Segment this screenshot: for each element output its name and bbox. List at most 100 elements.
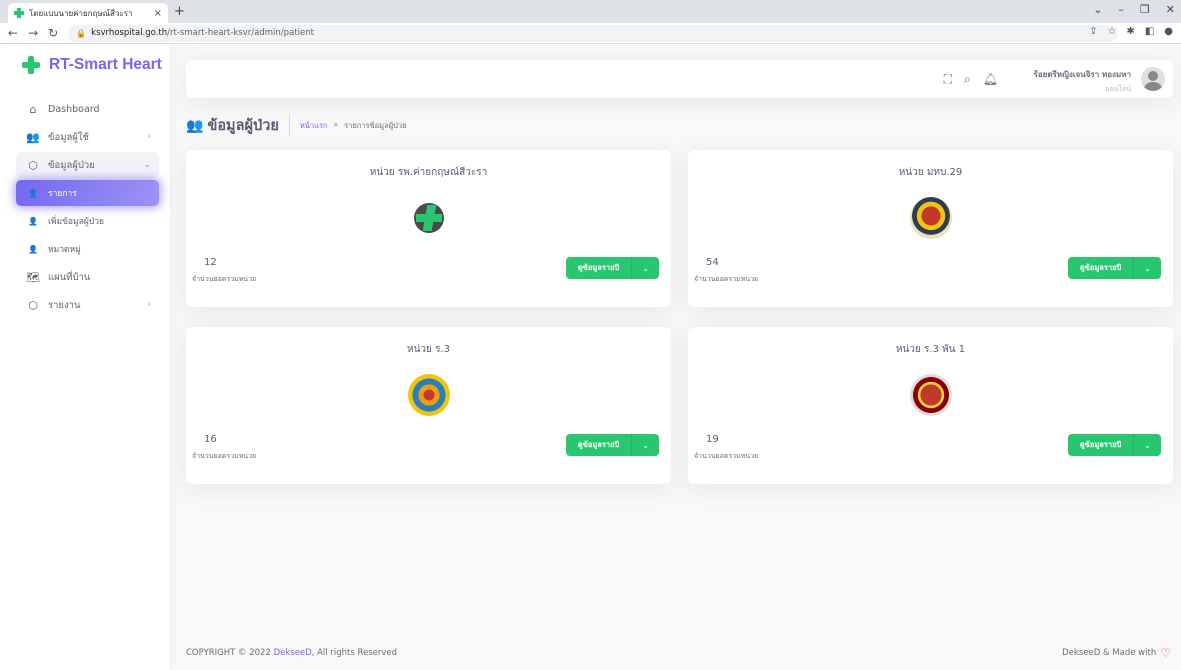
military-badge-emblem-icon [910, 197, 952, 239]
page-header: 👥 ข้อมูลผู้ป่วย หน้าแรก » รายการข้อมูลผู… [186, 114, 406, 137]
footer-brand-link[interactable]: DekseeD [274, 648, 312, 658]
breadcrumb-separator: » [333, 119, 339, 129]
top-navbar: ⛶ ⌕ 🔔︎ ร้อยตรีหญิงเจนจิรา ทองมหา ออนไลน์ [186, 60, 1173, 98]
yearly-data-button-group: ดูข้อมูลรายปี ⌄ [1067, 434, 1161, 456]
bookmark-star-icon[interactable]: ☆ [1107, 26, 1116, 37]
back-icon[interactable]: ← [8, 26, 18, 40]
sidepanel-icon[interactable]: ◧ [1145, 26, 1154, 37]
unit-title: หน่วย มทบ.29 [898, 167, 963, 178]
browser-tab[interactable]: โดยแบบนายค่ายกฤษณ์สีวะรา × [8, 3, 168, 23]
map-icon: 🗺 [26, 270, 40, 284]
box-icon: ⬡ [28, 158, 38, 172]
chevron-down-icon[interactable]: ⌄ [1133, 434, 1161, 456]
yearly-data-button-group: ดูข้อมูลรายปี ⌄ [565, 434, 659, 456]
unit-count-label: จำนวนยอดรวมหน่วย [192, 452, 257, 460]
made-with-text: DekseeD & Made with [1062, 648, 1157, 658]
sidebar-item-dashboard[interactable]: ⌂ Dashboard [16, 96, 159, 122]
profile-icon[interactable]: ● [1164, 26, 1173, 37]
unit-count: 19 [706, 434, 719, 445]
copyright-suffix: , All rights Reserved [311, 648, 398, 658]
unit-card: หน่วย ร.3 16 จำนวนยอดรวมหน่วย ดูข้อมูลรา… [186, 327, 671, 484]
user-icon: 👤 [28, 216, 38, 226]
fullscreen-icon[interactable]: ⛶ [944, 72, 952, 87]
chevron-right-icon: › [147, 300, 151, 310]
view-yearly-data-button[interactable]: ดูข้อมูลรายปี [565, 434, 632, 456]
view-yearly-data-button[interactable]: ดูข้อมูลรายปี [1067, 434, 1134, 456]
heart-icon: ♡ [1160, 646, 1171, 660]
close-window-icon[interactable]: ✕ [1166, 3, 1175, 16]
unit-count: 16 [204, 434, 217, 445]
unit-count-label: จำนวนยอดรวมหน่วย [694, 275, 759, 283]
sidebar-item-label: เพิ่มข้อมูลผู้ป่วย [48, 217, 104, 227]
yearly-data-button-group: ดูข้อมูลรายปี ⌄ [1067, 257, 1161, 279]
search-icon[interactable]: ⌕ [964, 72, 971, 87]
page-title: ข้อมูลผู้ป่วย [207, 114, 290, 137]
sidebar-item-add-patient[interactable]: 👤 เพิ่มข้อมูลผู้ป่วย [16, 208, 159, 234]
chevron-down-icon: ⌄ [143, 160, 151, 170]
tab-title: โดยแบบนายค่ายกฤษณ์สีวะรา [29, 8, 133, 18]
footer-copyright: COPYRIGHT © 2022 DekseeD, All rights Res… [186, 648, 397, 658]
url-path: /rt-smart-heart-ksvr/admin/patient [167, 28, 314, 38]
tab-search-icon[interactable]: ⌄ [1093, 3, 1102, 16]
sidebar: RT-Smart Heart ⌂ Dashboard 👥 ข้อมูลผู้ใช… [0, 44, 170, 670]
chevron-down-icon[interactable]: ⌄ [631, 434, 659, 456]
url-host: ksvrhospital.go.th [91, 28, 168, 38]
sidebar-item-label: รายการ [48, 189, 77, 199]
minimize-icon[interactable]: – [1118, 3, 1124, 16]
new-tab-button[interactable]: + [174, 4, 185, 19]
unit-count: 54 [706, 257, 719, 268]
reload-icon[interactable]: ↻ [48, 26, 58, 40]
view-yearly-data-button[interactable]: ดูข้อมูลรายปี [565, 257, 632, 279]
users-icon: 👥 [186, 117, 204, 134]
unit-count: 12 [204, 257, 217, 268]
regiment-star-emblem-icon [408, 374, 450, 416]
yearly-data-button-group: ดูข้อมูลรายปี ⌄ [565, 257, 659, 279]
unit-title: หน่วย ร.3 [407, 344, 450, 355]
copyright-prefix: COPYRIGHT © 2022 [186, 648, 274, 658]
chevron-down-icon[interactable]: ⌄ [631, 257, 659, 279]
sidebar-item-label: Dashboard [48, 103, 100, 115]
breadcrumb-current: รายการข้อมูลผู้ป่วย [344, 120, 407, 130]
avatar[interactable] [1141, 67, 1165, 91]
sidebar-item-patient-list[interactable]: 👤 รายการ [16, 180, 159, 206]
unit-title: หน่วย ร.3 พัน 1 [895, 344, 966, 355]
forward-icon[interactable]: → [28, 26, 38, 40]
restore-icon[interactable]: ❐ [1140, 3, 1150, 16]
user-icon: 👤 [28, 244, 38, 254]
lock-icon: 🔒 [76, 28, 87, 38]
sidebar-item-report[interactable]: ⬡ รายงาน › [16, 292, 159, 318]
sidebar-menu: ⌂ Dashboard 👥 ข้อมูลผู้ใช้ › ⬡ ข้อมูลผู้… [16, 96, 159, 320]
brand-logo[interactable]: RT-Smart Heart [22, 56, 162, 74]
tab-close-icon[interactable]: × [154, 8, 162, 19]
unit-card: หน่วย รพ.ค่ายกฤษณ์สีวะรา 12 จำนวนยอดรวมห… [186, 150, 671, 307]
address-bar[interactable]: 🔒 ksvrhospital.go.th /rt-smart-heart-ksv… [68, 24, 1119, 42]
breadcrumb: หน้าแรก » รายการข้อมูลผู้ป่วย [290, 120, 407, 132]
unit-count-label: จำนวนยอดรวมหน่วย [192, 275, 257, 283]
user-icon: 👤 [28, 188, 38, 198]
sidebar-item-label: แผนที่บ้าน [48, 271, 91, 283]
unit-card: หน่วย ร.3 พัน 1 19 จำนวนยอดรวมหน่วย ดูข้… [688, 327, 1173, 484]
sidebar-item-patients[interactable]: ⬡ ข้อมูลผู้ป่วย ⌄ [16, 152, 159, 178]
sidebar-item-label: ข้อมูลผู้ป่วย [48, 159, 95, 171]
unit-count-label: จำนวนยอดรวมหน่วย [694, 452, 759, 460]
window-controls: ⌄ – ❐ ✕ [1093, 3, 1175, 16]
browser-toolbar: ← → ↻ 🔒 ksvrhospital.go.th /rt-smart-hea… [0, 23, 1181, 44]
chevron-right-icon: › [147, 132, 151, 142]
users-icon: 👥 [26, 130, 40, 144]
unit-card: หน่วย มทบ.29 54 จำนวนยอดรวมหน่วย ดูข้อมู… [688, 150, 1173, 307]
sidebar-item-category[interactable]: 👤 หมวดหมู่ [16, 236, 159, 262]
hospital-cross-emblem-icon [408, 197, 450, 239]
extensions-icon[interactable]: ✱ [1126, 26, 1134, 37]
browser-tabbar: โดยแบบนายค่ายกฤษณ์สีวะรา × + ⌄ – ❐ ✕ [0, 0, 1181, 23]
user-menu[interactable]: ร้อยตรีหญิงเจนจิรา ทองมหา ออนไลน์ [1034, 68, 1131, 95]
breadcrumb-home-link[interactable]: หน้าแรก [300, 120, 328, 132]
unit-title: หน่วย รพ.ค่ายกฤษณ์สีวะรา [369, 167, 488, 178]
home-icon: ⌂ [29, 102, 37, 116]
sidebar-item-users[interactable]: 👥 ข้อมูลผู้ใช้ › [16, 124, 159, 150]
sidebar-item-home-map[interactable]: 🗺 แผนที่บ้าน [16, 264, 159, 290]
chevron-down-icon[interactable]: ⌄ [1133, 257, 1161, 279]
bell-icon[interactable]: 🔔︎ [983, 72, 998, 87]
share-icon[interactable]: ⇪ [1089, 26, 1097, 37]
view-yearly-data-button[interactable]: ดูข้อมูลรายปี [1067, 257, 1134, 279]
cross-logo-icon [22, 56, 40, 74]
